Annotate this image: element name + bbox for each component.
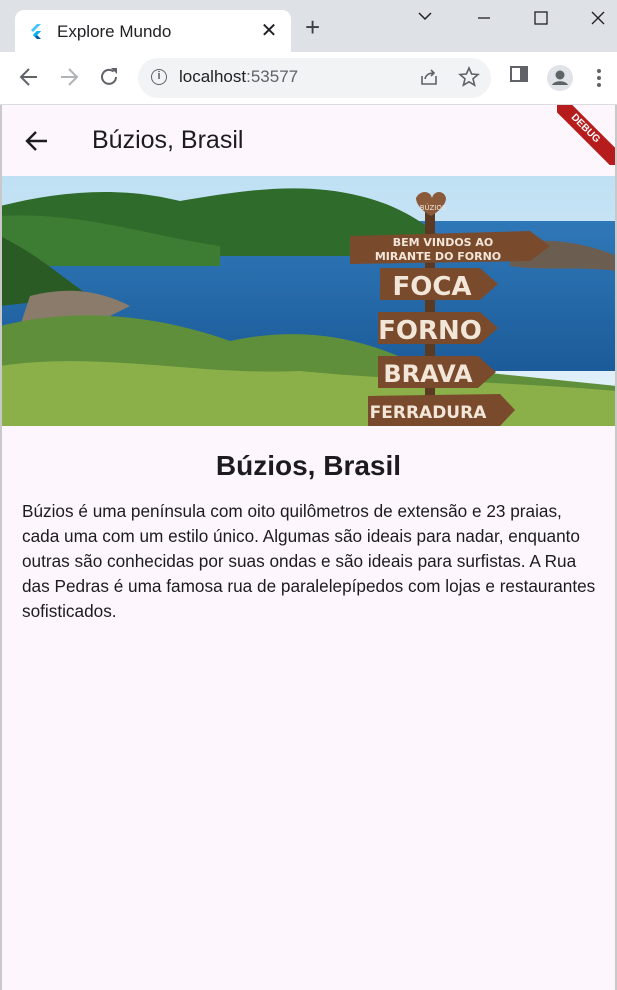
window-close-icon[interactable] <box>590 10 606 26</box>
sign-bem-vindos: BEM VINDOS AO <box>393 236 494 249</box>
sign-buzios: BÚZIOS <box>420 203 447 212</box>
side-panel-icon[interactable] <box>509 64 529 84</box>
tab-title: Explore Mundo <box>57 22 172 41</box>
place-heading: Búzios, Brasil <box>215 450 402 481</box>
debug-banner: DEBUG <box>557 105 617 165</box>
sign-brava: BRAVA <box>383 360 473 388</box>
bookmark-star-icon[interactable] <box>458 66 480 88</box>
url-text: localhost:53577 <box>179 67 299 86</box>
app-bar: Búzios, Brasil <box>0 105 617 175</box>
browser-tab-strip: Explore Mundo ✕ + <box>0 0 617 52</box>
site-info-icon[interactable]: i <box>151 69 167 85</box>
close-tab-icon[interactable]: ✕ <box>259 18 279 43</box>
window-left-edge <box>0 105 2 990</box>
address-bar[interactable]: i localhost:53577 <box>138 58 491 98</box>
app-bar-title: Búzios, Brasil <box>92 126 244 154</box>
place-description: Búzios é uma península com oito quilômet… <box>22 501 596 621</box>
browser-toolbar: i localhost:53577 <box>0 52 617 105</box>
profile-avatar-icon[interactable] <box>546 64 574 92</box>
sign-ferradura: FERRADURA <box>370 403 488 423</box>
sign-forno: FORNO <box>378 316 482 346</box>
sign-foca: FOCA <box>392 272 471 302</box>
browser-tab[interactable]: Explore Mundo ✕ <box>15 10 291 52</box>
maximize-icon[interactable] <box>533 10 549 26</box>
share-icon[interactable] <box>418 66 440 88</box>
buzios-landscape-image: BÚZIOS BEM VINDOS AO MIRANTE DO FORNO FO… <box>0 176 617 426</box>
debug-label: DEBUG <box>557 105 617 165</box>
new-tab-button[interactable]: + <box>305 14 320 40</box>
back-nav-icon[interactable] <box>17 64 41 90</box>
flutter-logo-icon <box>31 24 41 39</box>
forward-nav-icon[interactable] <box>57 64 81 90</box>
hero-image: BÚZIOS BEM VINDOS AO MIRANTE DO FORNO FO… <box>0 176 617 426</box>
back-arrow-icon[interactable] <box>24 128 50 154</box>
more-menu-icon[interactable] <box>596 68 602 88</box>
minimize-icon[interactable] <box>476 10 492 26</box>
tab-search-chevron-icon[interactable] <box>417 10 433 22</box>
sign-mirante: MIRANTE DO FORNO <box>375 250 501 263</box>
reload-icon[interactable] <box>97 64 121 90</box>
